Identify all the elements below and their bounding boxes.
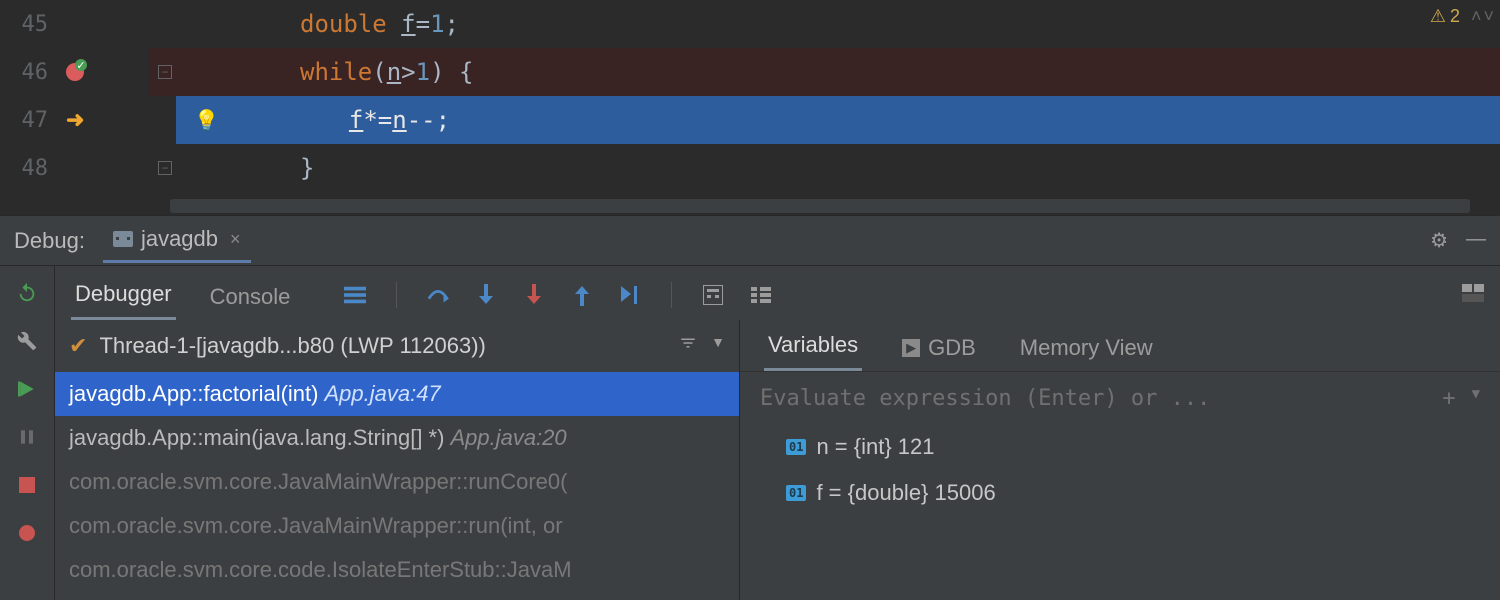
- stack-frame[interactable]: javagdb.App::main(java.lang.String[] *) …: [55, 416, 739, 460]
- frame-location: App.java:47: [324, 381, 440, 407]
- rerun-button[interactable]: [14, 280, 40, 306]
- fold-toggle-icon[interactable]: −: [158, 65, 172, 79]
- frame-signature: javagdb.App::factorial(int): [69, 381, 318, 407]
- chip-icon: [113, 231, 133, 247]
- step-over-icon[interactable]: [427, 284, 449, 306]
- step-into-icon[interactable]: [475, 284, 497, 306]
- debug-settings-icon[interactable]: ⚙: [1430, 228, 1448, 253]
- thread-selector[interactable]: ✔ Thread-1-[javagdb...b80 (LWP 112063)) …: [55, 320, 739, 372]
- pause-button[interactable]: [14, 424, 40, 450]
- frame-signature: com.oracle.svm.core.JavaMainWrapper::run…: [69, 469, 567, 495]
- threads-view-icon[interactable]: [344, 284, 366, 306]
- eval-placeholder: Evaluate expression (Enter) or ...: [760, 386, 1210, 411]
- variable-text: n = {int} 121: [816, 434, 934, 460]
- thread-dropdown-icon[interactable]: ▼: [711, 334, 725, 358]
- stop-button[interactable]: [14, 472, 40, 498]
- console-tab[interactable]: Console: [206, 274, 295, 320]
- variable-row[interactable]: 01 f = {double} 15006: [740, 470, 1500, 516]
- filter-icon[interactable]: [679, 334, 697, 358]
- breakpoint-icon[interactable]: [66, 63, 84, 81]
- code-line-47[interactable]: 47 ➜ 💡 f *= n--;: [0, 96, 1500, 144]
- primitive-badge-icon: 01: [786, 439, 806, 455]
- line-number[interactable]: 45: [0, 12, 60, 37]
- layout-settings-icon[interactable]: [1462, 282, 1484, 320]
- debug-header: Debug: javagdb × ⚙ —: [0, 216, 1500, 266]
- stack-frame[interactable]: com.oracle.svm.core.code.IsolateEnterStu…: [55, 548, 739, 592]
- modify-run-config-button[interactable]: [14, 328, 40, 354]
- code-line-45[interactable]: 45 double f = 1;: [0, 0, 1500, 48]
- step-out-icon[interactable]: [571, 284, 593, 306]
- debug-left-toolbar: [0, 266, 55, 600]
- primitive-badge-icon: 01: [786, 485, 806, 501]
- trace-current-stream-icon[interactable]: [750, 284, 772, 306]
- variable-row[interactable]: 01 n = {int} 121: [740, 424, 1500, 470]
- debug-title: Debug:: [14, 228, 85, 254]
- horizontal-scrollbar[interactable]: [170, 199, 1470, 213]
- force-step-into-icon[interactable]: [523, 284, 545, 306]
- debug-run-tab[interactable]: javagdb ×: [103, 218, 251, 263]
- run-config-name: javagdb: [141, 226, 218, 252]
- evaluate-expression-icon[interactable]: [702, 284, 724, 306]
- close-tab-icon[interactable]: ×: [230, 229, 241, 250]
- memory-view-tab[interactable]: Memory View: [1016, 325, 1157, 371]
- line-number[interactable]: 48: [0, 156, 60, 181]
- thread-label: Thread-1-[javagdb...b80 (LWP 112063)): [99, 333, 485, 359]
- variable-text: f = {double} 15006: [816, 480, 995, 506]
- run-to-cursor-icon[interactable]: [619, 284, 641, 306]
- code-editor[interactable]: ⚠ 2 ˄˅ 𝙸 45 double f = 1; 46 − while (n …: [0, 0, 1500, 215]
- frames-pane: ✔ Thread-1-[javagdb...b80 (LWP 112063)) …: [55, 320, 740, 600]
- frame-signature: com.oracle.svm.core.JavaMainWrapper::run…: [69, 513, 563, 539]
- frame-signature: com.oracle.svm.core.code.IsolateEnterStu…: [69, 557, 572, 583]
- stack-frame[interactable]: com.oracle.svm.core.JavaMainWrapper::run…: [55, 460, 739, 504]
- resume-button[interactable]: [14, 376, 40, 402]
- add-watch-icon[interactable]: +: [1442, 386, 1455, 411]
- stack-frame[interactable]: javagdb.App::factorial(int) App.java:47: [55, 372, 739, 416]
- code-line-46[interactable]: 46 − while (n > 1) {: [0, 48, 1500, 96]
- frame-location: App.java:20: [450, 425, 566, 451]
- thread-check-icon: ✔: [69, 333, 87, 359]
- variables-pane: Variables ▶GDB Memory View Evaluate expr…: [740, 320, 1500, 600]
- execution-pointer-icon: ➜: [66, 107, 84, 133]
- variables-tab[interactable]: Variables: [764, 322, 862, 371]
- gdb-console-icon: ▶: [902, 339, 920, 357]
- code-line-48[interactable]: 48 − }: [0, 144, 1500, 192]
- evaluate-expression-input[interactable]: Evaluate expression (Enter) or ... + ▼: [740, 372, 1500, 424]
- fold-toggle-icon[interactable]: −: [158, 161, 172, 175]
- intention-bulb-icon[interactable]: 💡: [194, 108, 219, 132]
- debugger-tab[interactable]: Debugger: [71, 271, 176, 320]
- frame-signature: javagdb.App::main(java.lang.String[] *): [69, 425, 444, 451]
- line-number[interactable]: 46: [0, 60, 60, 85]
- stack-frame[interactable]: com.oracle.svm.core.JavaMainWrapper::run…: [55, 504, 739, 548]
- line-number[interactable]: 47: [0, 108, 60, 133]
- minimize-icon[interactable]: —: [1466, 228, 1486, 253]
- debug-inner-tabbar: Debugger Console: [55, 266, 1500, 321]
- eval-dropdown-icon[interactable]: ▼: [1472, 386, 1480, 411]
- gdb-tab[interactable]: ▶GDB: [898, 325, 980, 371]
- view-breakpoints-button[interactable]: [14, 520, 40, 546]
